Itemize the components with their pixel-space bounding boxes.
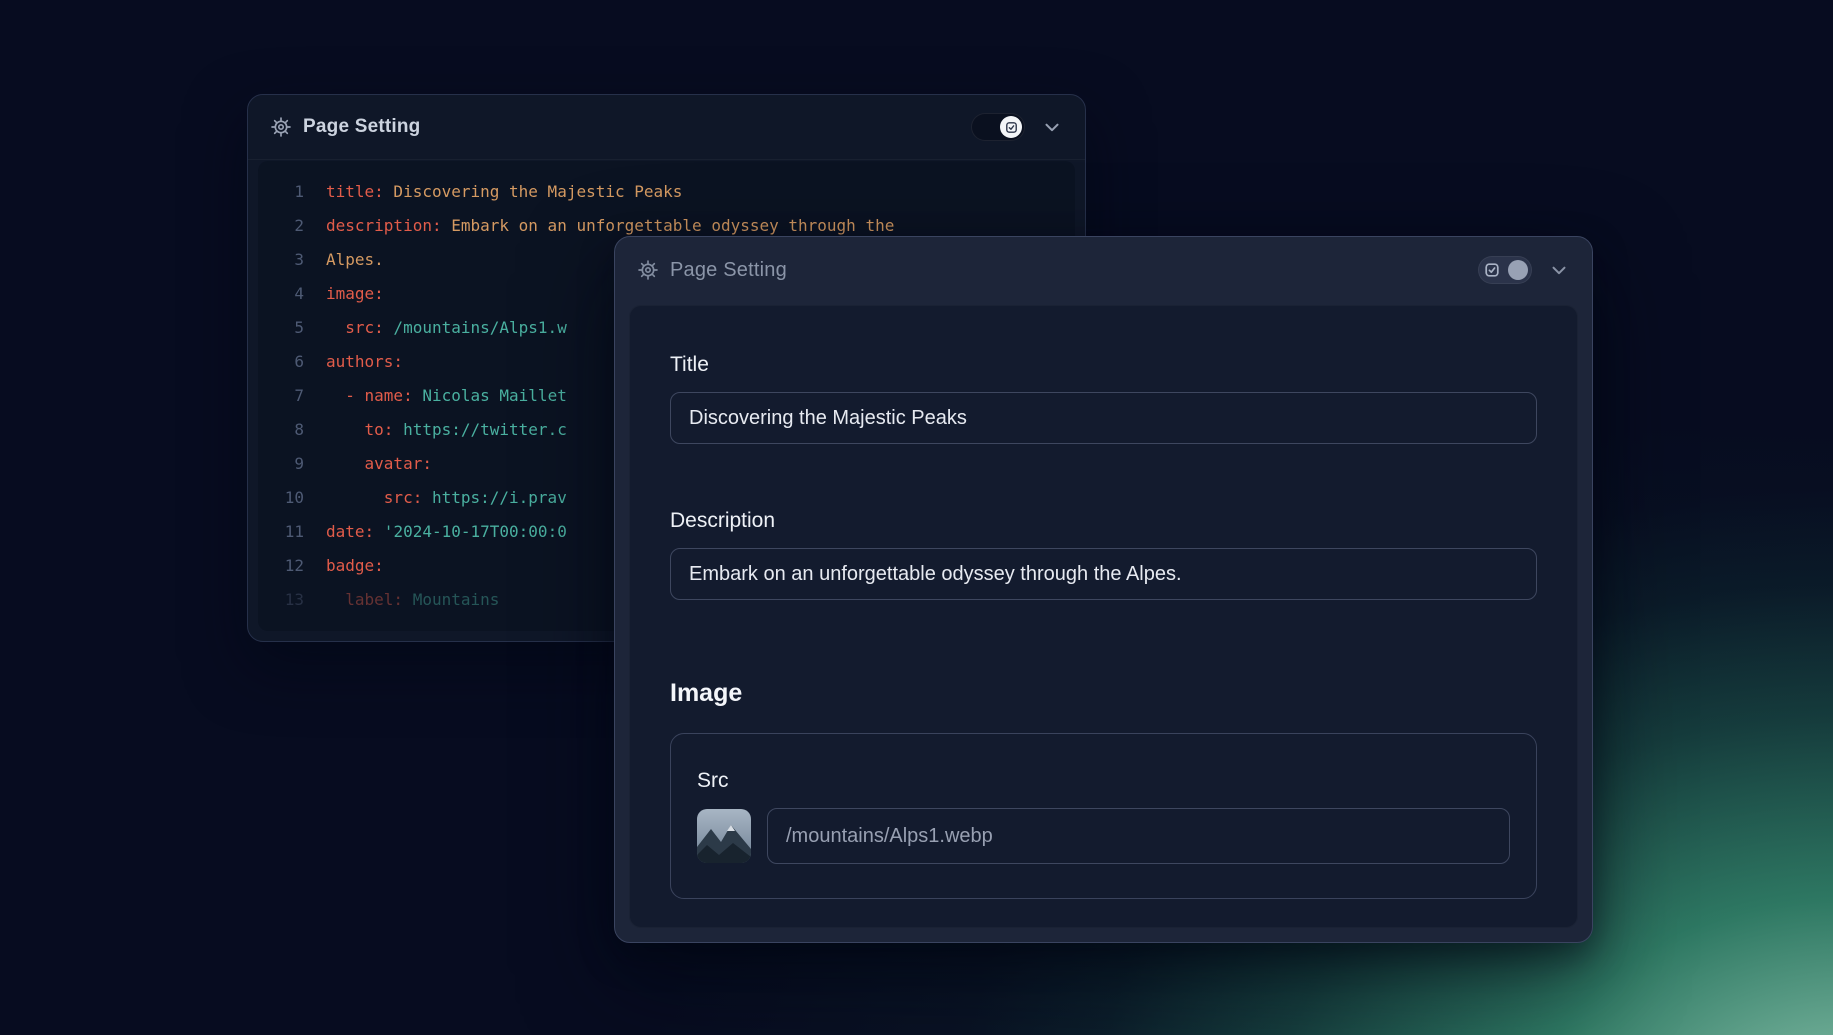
src-input[interactable]	[767, 808, 1510, 864]
line-number: 7	[258, 379, 304, 413]
code-text: label: Mountains	[326, 583, 499, 617]
toggle-knob	[1508, 260, 1528, 280]
line-number: 11	[258, 515, 304, 549]
code-text: - name: Nicolas Maillet	[326, 379, 567, 413]
src-field-row	[697, 808, 1510, 864]
line-number: 13	[258, 583, 304, 617]
description-label: Description	[670, 508, 1537, 534]
header-actions	[971, 113, 1063, 141]
line-number: 5	[258, 311, 304, 345]
gear-icon	[270, 116, 292, 138]
code-view-toggle[interactable]	[1478, 256, 1532, 284]
code-text: title: Discovering the Majestic Peaks	[326, 175, 682, 209]
code-text: src: /mountains/Alps1.w	[326, 311, 567, 345]
title-input[interactable]	[670, 392, 1537, 444]
page-setting-form-panel: Page Setting Title Description	[614, 236, 1593, 943]
form-panel-header: Page Setting	[615, 237, 1592, 303]
code-text: image:	[326, 277, 384, 311]
line-number: 6	[258, 345, 304, 379]
panel-title: Page Setting	[670, 259, 787, 282]
code-view-toggle[interactable]	[971, 113, 1025, 141]
image-thumbnail[interactable]	[697, 809, 751, 863]
panel-title: Page Setting	[303, 116, 420, 138]
gear-icon	[637, 259, 659, 281]
image-section-heading: Image	[670, 678, 1537, 709]
chevron-down-icon[interactable]	[1548, 259, 1570, 281]
line-number: 2	[258, 209, 304, 243]
src-label: Src	[697, 768, 1510, 794]
mode-icon	[1005, 121, 1018, 134]
title-label: Title	[670, 352, 1537, 378]
line-number: 8	[258, 413, 304, 447]
mountain-photo-icon	[697, 809, 751, 863]
line-number: 9	[258, 447, 304, 481]
code-panel-header: Page Setting	[248, 95, 1085, 160]
mode-icon	[1484, 262, 1500, 278]
line-number: 10	[258, 481, 304, 515]
code-text: avatar:	[326, 447, 432, 481]
code-text: src: https://i.prav	[326, 481, 567, 515]
code-text: to: https://twitter.c	[326, 413, 567, 447]
code-text: Alpes.	[326, 243, 384, 277]
line-number: 3	[258, 243, 304, 277]
code-text: badge:	[326, 549, 384, 583]
toggle-knob	[1000, 116, 1022, 138]
line-number: 1	[258, 175, 304, 209]
page-setting-form: Title Description Image Src	[629, 305, 1578, 928]
description-input[interactable]	[670, 548, 1537, 600]
code-text: authors:	[326, 345, 403, 379]
code-line: 1 title: Discovering the Majestic Peaks	[258, 175, 1075, 209]
header-actions	[1478, 256, 1570, 284]
chevron-down-icon[interactable]	[1041, 116, 1063, 138]
page-background: { "theme": { "background": "#070c20", "g…	[0, 0, 1833, 1035]
line-number: 12	[258, 549, 304, 583]
code-text: date: '2024-10-17T00:00:0	[326, 515, 567, 549]
line-number: 4	[258, 277, 304, 311]
image-fields-group: Src	[670, 733, 1537, 899]
